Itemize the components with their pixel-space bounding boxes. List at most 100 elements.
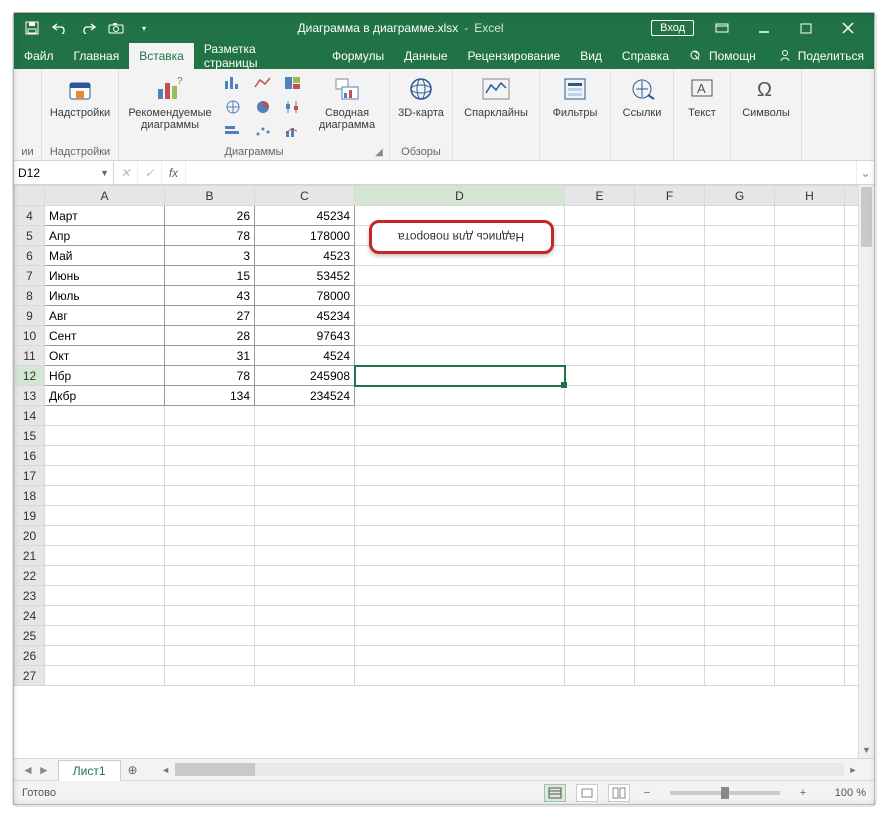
cell-B18[interactable] xyxy=(165,486,255,506)
cell-D26[interactable] xyxy=(355,646,565,666)
share-label[interactable]: Поделиться xyxy=(798,49,864,63)
sheet-nav[interactable]: ◄► xyxy=(14,759,58,780)
cell-D7[interactable] xyxy=(355,266,565,286)
cell-B12[interactable]: 78 xyxy=(165,366,255,386)
cell-D18[interactable] xyxy=(355,486,565,506)
row-header-22[interactable]: 22 xyxy=(15,566,45,586)
cell-B10[interactable]: 28 xyxy=(165,326,255,346)
cell-B15[interactable] xyxy=(165,426,255,446)
cell-C27[interactable] xyxy=(255,666,355,686)
cell-F12[interactable] xyxy=(635,366,705,386)
cell-G10[interactable] xyxy=(705,326,775,346)
namebox-dropdown-icon[interactable]: ▼ xyxy=(100,168,109,178)
cell-F22[interactable] xyxy=(635,566,705,586)
tab-вид[interactable]: Вид xyxy=(570,43,612,69)
col-header-H[interactable]: H xyxy=(775,186,845,206)
tab-главная[interactable]: Главная xyxy=(64,43,130,69)
cell-H13[interactable] xyxy=(775,386,845,406)
cell-C20[interactable] xyxy=(255,526,355,546)
cell-G27[interactable] xyxy=(705,666,775,686)
cell-D15[interactable] xyxy=(355,426,565,446)
formula-input[interactable] xyxy=(186,161,856,184)
cell-C23[interactable] xyxy=(255,586,355,606)
cell-E7[interactable] xyxy=(565,266,635,286)
page-break-view-button[interactable] xyxy=(608,784,630,802)
cell-F21[interactable] xyxy=(635,546,705,566)
tab-рецензирование[interactable]: Рецензирование xyxy=(458,43,571,69)
cell-B20[interactable] xyxy=(165,526,255,546)
cell-F20[interactable] xyxy=(635,526,705,546)
cell-E13[interactable] xyxy=(565,386,635,406)
cell-A24[interactable] xyxy=(45,606,165,626)
cell-H25[interactable] xyxy=(775,626,845,646)
cell-G11[interactable] xyxy=(705,346,775,366)
cell-B22[interactable] xyxy=(165,566,255,586)
cell-B25[interactable] xyxy=(165,626,255,646)
tab-вставка[interactable]: Вставка xyxy=(129,43,194,69)
cell-B21[interactable] xyxy=(165,546,255,566)
tell-me-label[interactable]: Помощн xyxy=(709,49,756,63)
new-sheet-button[interactable]: ⊕ xyxy=(121,759,145,780)
tab-формулы[interactable]: Формулы xyxy=(322,43,394,69)
cell-G17[interactable] xyxy=(705,466,775,486)
cell-F5[interactable] xyxy=(635,226,705,246)
select-all-corner[interactable] xyxy=(15,186,45,206)
row-header-6[interactable]: 6 xyxy=(15,246,45,266)
column-chart-icon[interactable] xyxy=(221,73,245,93)
cell-D14[interactable] xyxy=(355,406,565,426)
cell-A11[interactable]: Окт xyxy=(45,346,165,366)
cell-C5[interactable]: 178000 xyxy=(255,226,355,246)
cell-A9[interactable]: Авг xyxy=(45,306,165,326)
row-header-19[interactable]: 19 xyxy=(15,506,45,526)
cell-D17[interactable] xyxy=(355,466,565,486)
sheet-prev-icon[interactable]: ◄ xyxy=(22,763,34,777)
vscroll-down-icon[interactable]: ▼ xyxy=(859,742,874,758)
cell-C16[interactable] xyxy=(255,446,355,466)
cell-H5[interactable] xyxy=(775,226,845,246)
save-icon[interactable] xyxy=(24,20,40,36)
cell-C8[interactable]: 78000 xyxy=(255,286,355,306)
cell-G23[interactable] xyxy=(705,586,775,606)
cell-B23[interactable] xyxy=(165,586,255,606)
name-box[interactable]: D12 ▼ xyxy=(14,161,114,184)
scatter-chart-icon[interactable] xyxy=(251,121,275,141)
page-layout-view-button[interactable] xyxy=(576,784,598,802)
cell-A23[interactable] xyxy=(45,586,165,606)
cell-A21[interactable] xyxy=(45,546,165,566)
cell-G15[interactable] xyxy=(705,426,775,446)
cell-F24[interactable] xyxy=(635,606,705,626)
cell-H20[interactable] xyxy=(775,526,845,546)
combo-chart-icon[interactable] xyxy=(281,121,305,141)
cell-G22[interactable] xyxy=(705,566,775,586)
cell-E18[interactable] xyxy=(565,486,635,506)
vscroll-thumb[interactable] xyxy=(861,187,872,247)
minimize-icon[interactable] xyxy=(750,18,778,38)
cell-H22[interactable] xyxy=(775,566,845,586)
cell-A10[interactable]: Сент xyxy=(45,326,165,346)
col-header-E[interactable]: E xyxy=(565,186,635,206)
cell-F8[interactable] xyxy=(635,286,705,306)
cell-D10[interactable] xyxy=(355,326,565,346)
cell-C24[interactable] xyxy=(255,606,355,626)
signin-button[interactable]: Вход xyxy=(651,20,694,36)
row-header-26[interactable]: 26 xyxy=(15,646,45,666)
cell-G12[interactable] xyxy=(705,366,775,386)
row-header-7[interactable]: 7 xyxy=(15,266,45,286)
cell-A8[interactable]: Июль xyxy=(45,286,165,306)
cell-D12[interactable] xyxy=(355,366,565,386)
row-header-20[interactable]: 20 xyxy=(15,526,45,546)
cell-E16[interactable] xyxy=(565,446,635,466)
cell-H26[interactable] xyxy=(775,646,845,666)
row-header-9[interactable]: 9 xyxy=(15,306,45,326)
cell-E26[interactable] xyxy=(565,646,635,666)
cell-F25[interactable] xyxy=(635,626,705,646)
cell-F16[interactable] xyxy=(635,446,705,466)
cell-C10[interactable]: 97643 xyxy=(255,326,355,346)
cell-B19[interactable] xyxy=(165,506,255,526)
cell-F17[interactable] xyxy=(635,466,705,486)
cell-D22[interactable] xyxy=(355,566,565,586)
cell-G6[interactable] xyxy=(705,246,775,266)
row-header-4[interactable]: 4 xyxy=(15,206,45,226)
row-header-25[interactable]: 25 xyxy=(15,626,45,646)
cell-C18[interactable] xyxy=(255,486,355,506)
